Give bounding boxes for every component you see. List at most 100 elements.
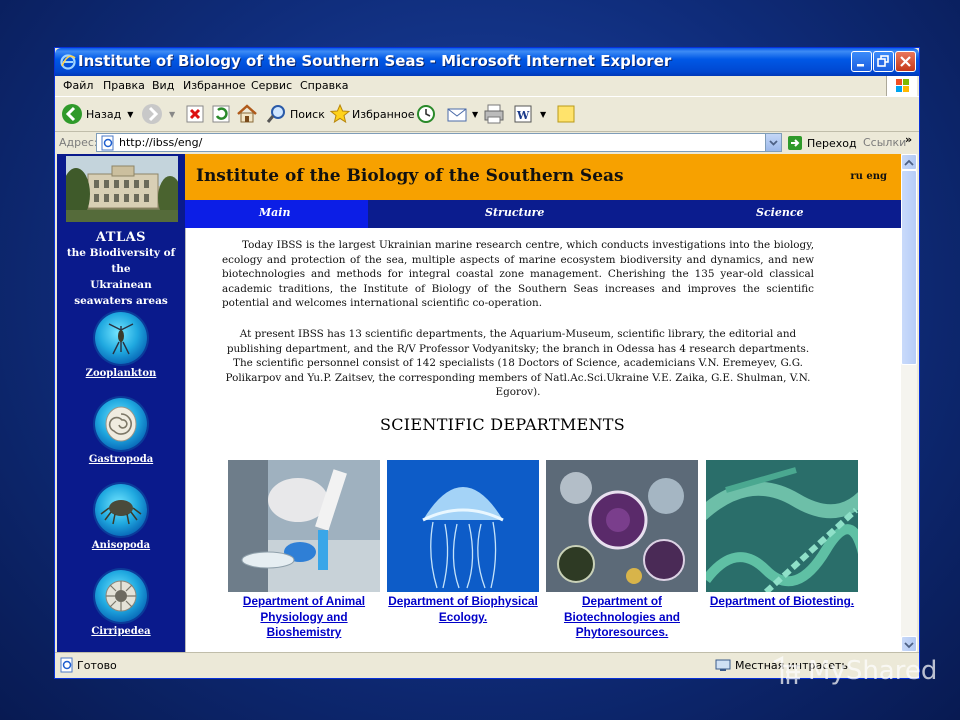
atlas-item-anisopoda[interactable]: Anisopoda bbox=[57, 484, 185, 551]
crustacean-icon[interactable] bbox=[95, 484, 147, 536]
anisopoda-link[interactable]: Anisopoda bbox=[57, 540, 185, 551]
intro-paragraph: Today IBSS is the largest Ukrainian mari… bbox=[222, 239, 814, 310]
svg-text:W: W bbox=[516, 109, 530, 122]
stop-button[interactable] bbox=[185, 100, 205, 128]
atlas-item-cirripedea[interactable]: Cirripedea bbox=[57, 570, 185, 637]
home-icon bbox=[237, 104, 257, 123]
close-button[interactable] bbox=[895, 51, 916, 72]
window-title: Institute of Biology of the Southern Sea… bbox=[78, 52, 672, 70]
close-icon bbox=[900, 56, 911, 67]
favorites-button[interactable]: Избранное bbox=[329, 100, 414, 128]
home-button[interactable] bbox=[236, 100, 258, 128]
cirripedea-link[interactable]: Cirripedea bbox=[57, 626, 185, 637]
search-label: Поиск bbox=[290, 107, 325, 121]
chevron-down-icon bbox=[769, 140, 778, 146]
menu-tools[interactable]: Сервис bbox=[251, 79, 292, 92]
ie-logo-icon bbox=[60, 54, 76, 70]
menu-file[interactable]: Файл bbox=[63, 79, 93, 92]
back-label: Назад bbox=[86, 107, 122, 121]
chevron-right-icon[interactable]: » bbox=[905, 133, 912, 146]
dropdown-arrow-icon: ▼ bbox=[472, 109, 479, 119]
address-url: http://ibss/eng/ bbox=[119, 136, 203, 149]
print-button[interactable] bbox=[483, 100, 505, 128]
go-label: Переход bbox=[807, 136, 857, 150]
refresh-icon bbox=[212, 105, 230, 123]
zooplankton-link[interactable]: Zooplankton bbox=[57, 368, 185, 379]
links-label[interactable]: Ссылки bbox=[863, 136, 906, 149]
scroll-down-button[interactable] bbox=[901, 636, 917, 652]
menu-view[interactable]: Вид bbox=[152, 79, 174, 92]
department-link[interactable]: Department of Biotesting. bbox=[706, 594, 858, 610]
site-nav: Main Structure Science bbox=[185, 200, 901, 228]
menu-edit[interactable]: Правка bbox=[103, 79, 145, 92]
watermark: MyShared bbox=[770, 656, 937, 686]
department-link[interactable]: Department of Biotechnologies and Phytor… bbox=[546, 594, 698, 641]
maximize-button[interactable] bbox=[873, 51, 894, 72]
toolbar: Назад ▼ ▼ Поиск Избранное ▼ W ▼ bbox=[55, 97, 919, 132]
department-card[interactable]: Department of Animal Physiology and Bios… bbox=[228, 460, 380, 641]
nav-structure[interactable]: Structure bbox=[485, 206, 544, 219]
refresh-button[interactable] bbox=[211, 100, 231, 128]
mail-button[interactable]: ▼ bbox=[446, 100, 478, 128]
building-image bbox=[62, 156, 182, 222]
dropdown-arrow-icon: ▼ bbox=[540, 109, 547, 119]
department-card[interactable]: Department of Biotechnologies and Phytor… bbox=[546, 460, 698, 641]
jellyfish-photo[interactable] bbox=[387, 460, 539, 592]
chevron-up-icon bbox=[904, 159, 914, 166]
nav-main[interactable]: Main bbox=[259, 206, 290, 219]
vertical-scrollbar[interactable] bbox=[901, 154, 917, 652]
messenger-button[interactable] bbox=[555, 100, 577, 128]
menu-favorites[interactable]: Избранное bbox=[183, 79, 245, 92]
department-link[interactable]: Department of Biophysical Ecology. bbox=[387, 594, 539, 625]
search-icon bbox=[266, 105, 285, 123]
back-arrow-icon bbox=[62, 104, 82, 124]
menu-bar: Файл Правка Вид Избранное Сервис Справка bbox=[55, 76, 919, 97]
department-card[interactable]: Department of Biotesting. bbox=[691, 460, 883, 610]
scroll-thumb[interactable] bbox=[901, 170, 917, 365]
address-dropdown[interactable] bbox=[765, 134, 781, 151]
atlas-item-gastropoda[interactable]: Gastropoda bbox=[57, 398, 185, 465]
microalgae-photo[interactable] bbox=[546, 460, 698, 592]
go-button[interactable]: Переход bbox=[787, 135, 857, 151]
staff-paragraph: At present IBSS has 13 scientific depart… bbox=[225, 328, 811, 399]
barnacle-icon[interactable] bbox=[95, 570, 147, 622]
zooplankton-icon[interactable] bbox=[95, 312, 147, 364]
department-link[interactable]: Department of Animal Physiology and Bios… bbox=[228, 594, 380, 641]
title-bar: Institute of Biology of the Southern Sea… bbox=[55, 48, 919, 76]
stop-icon bbox=[186, 105, 204, 123]
dropdown-arrow-icon: ▼ bbox=[127, 109, 134, 119]
browser-window: Institute of Biology of the Southern Sea… bbox=[55, 48, 919, 678]
main-content: Today IBSS is the largest Ukrainian mari… bbox=[185, 228, 901, 652]
mail-icon bbox=[447, 108, 467, 122]
edit-button[interactable]: W ▼ bbox=[512, 100, 546, 128]
forward-arrow-icon bbox=[142, 104, 162, 124]
gastropoda-link[interactable]: Gastropoda bbox=[57, 454, 185, 465]
biotesting-photo[interactable] bbox=[691, 460, 883, 595]
scroll-up-button[interactable] bbox=[901, 154, 917, 170]
atlas-item-zooplankton[interactable]: Zooplankton bbox=[57, 312, 185, 379]
dropdown-arrow-icon: ▼ bbox=[169, 109, 176, 119]
language-switch[interactable]: ru eng bbox=[850, 171, 887, 182]
back-button[interactable]: Назад ▼ bbox=[61, 100, 133, 128]
address-bar: Адрес: http://ibss/eng/ Переход Ссылки » bbox=[55, 132, 919, 154]
atlas-subtitle-line-1: the Biodiversity of the bbox=[66, 247, 176, 275]
star-icon bbox=[329, 103, 351, 124]
menu-help[interactable]: Справка bbox=[300, 79, 348, 92]
printer-icon bbox=[484, 104, 504, 124]
minimize-button[interactable] bbox=[851, 51, 872, 72]
address-label: Адрес: bbox=[59, 136, 98, 149]
chevron-down-icon bbox=[904, 642, 914, 649]
address-input[interactable]: http://ibss/eng/ bbox=[96, 133, 782, 152]
restore-icon bbox=[877, 55, 889, 67]
search-button[interactable]: Поиск bbox=[266, 100, 325, 128]
atlas-heading: ATLAS the Biodiversity of the Ukrainean … bbox=[57, 230, 185, 309]
forward-button[interactable]: ▼ bbox=[141, 100, 175, 128]
shell-icon[interactable] bbox=[95, 398, 147, 450]
department-card[interactable]: Department of Biophysical Ecology. bbox=[387, 460, 539, 625]
atlas-title: ATLAS bbox=[95, 230, 147, 245]
nav-science[interactable]: Science bbox=[756, 206, 804, 219]
history-button[interactable] bbox=[415, 100, 437, 128]
lab-photo[interactable] bbox=[228, 460, 380, 592]
page-viewport: ATLAS the Biodiversity of the Ukrainean … bbox=[57, 154, 901, 652]
institute-building-photo bbox=[62, 156, 182, 222]
